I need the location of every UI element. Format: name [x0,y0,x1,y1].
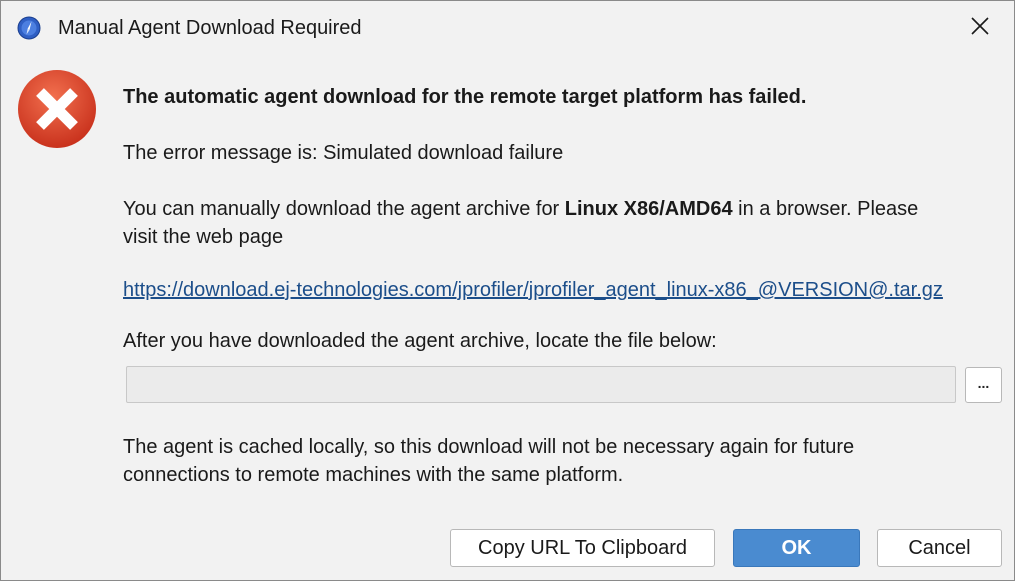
platform-name: Linux X86/AMD64 [564,198,733,220]
close-icon [970,16,990,41]
failure-headline: The automatic agent download for the rem… [123,86,807,108]
cache-note-line2: connections to remote machines with the … [123,464,624,486]
manual-instructions-line2: visit the web page [123,226,284,248]
dialog-title: Manual Agent Download Required [58,17,362,39]
browse-file-button[interactable]: ... [965,367,1002,403]
cache-note-line1: The agent is cached locally, so this dow… [123,436,855,458]
manual-suffix: in a browser. Please [732,198,919,220]
close-button[interactable] [956,9,1004,47]
ok-button[interactable]: OK [733,529,860,567]
copy-url-button[interactable]: Copy URL To Clipboard [450,529,715,567]
manual-agent-download-dialog: Manual Agent Download Required The autom… [0,0,1015,581]
locate-file-label: After you have downloaded the agent arch… [123,330,717,352]
cancel-button[interactable]: Cancel [877,529,1002,567]
title-bar: Manual Agent Download Required [1,1,1014,56]
manual-download-instructions: You can manually download the agent arch… [123,195,918,223]
error-icon [16,68,98,150]
manual-prefix: You can manually download the agent arch… [123,198,565,220]
jprofiler-compass-icon [17,16,41,40]
download-url-link[interactable]: https://download.ej-technologies.com/jpr… [123,276,943,304]
error-message-text: The error message is: Simulated download… [123,142,564,164]
agent-archive-file-field[interactable] [126,366,956,403]
